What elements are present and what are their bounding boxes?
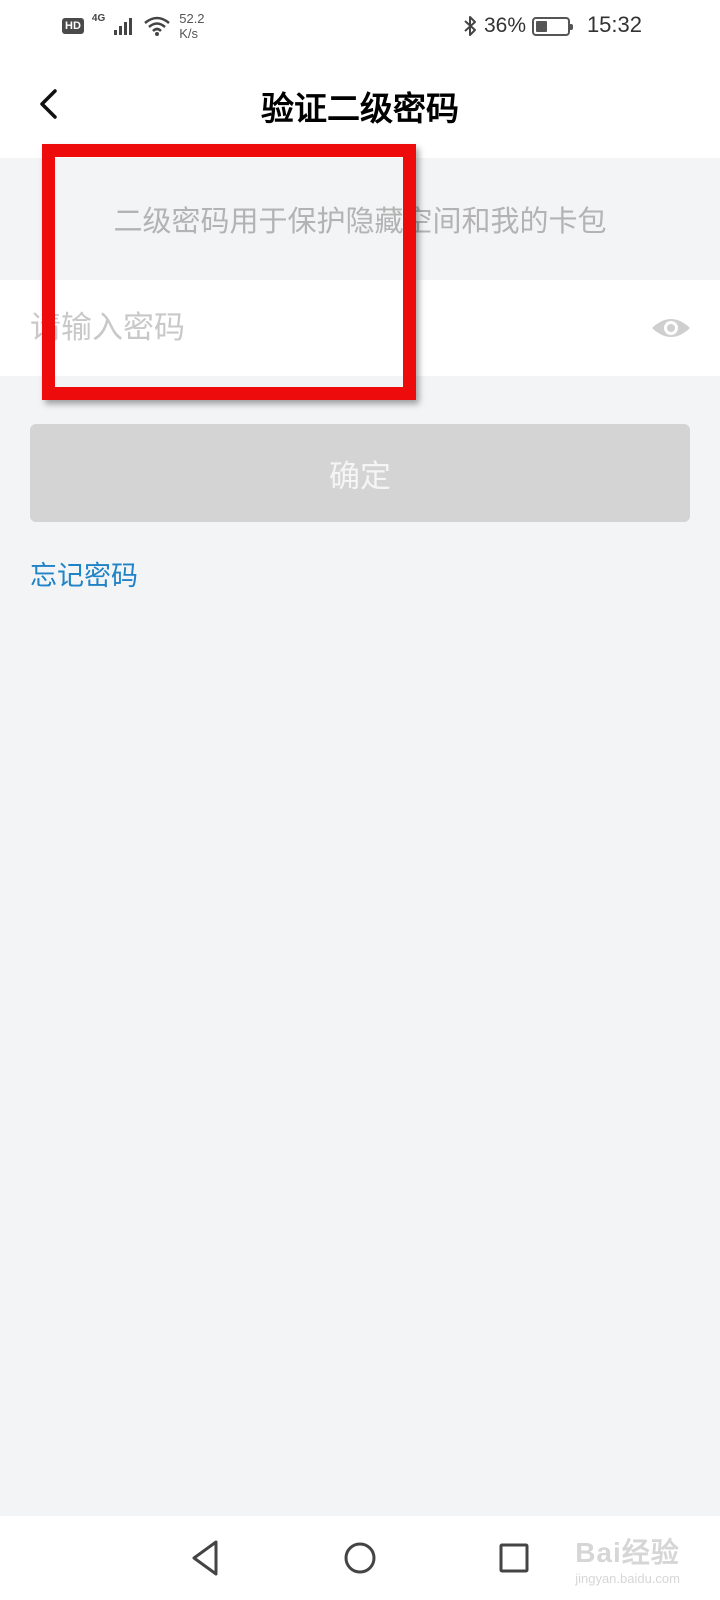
battery-percent: 36%	[483, 14, 526, 37]
page-title: 验证二级密码	[261, 89, 459, 128]
watermark-url: jingyan.baidu.com	[575, 1571, 680, 1586]
password-input[interactable]	[30, 302, 620, 354]
network-type: 4G	[91, 12, 106, 24]
triangle-back-icon	[192, 1540, 218, 1576]
bluetooth-icon	[464, 16, 476, 36]
nav-recent-button[interactable]	[490, 1534, 538, 1582]
watermark-brand: Bai经验	[575, 1537, 680, 1568]
nav-home-button[interactable]	[336, 1534, 384, 1582]
forgot-password-link[interactable]: 忘记密码	[30, 554, 138, 593]
status-right-group: 36%	[462, 10, 573, 42]
notice-text: 二级密码用于保护隐藏空间和我的卡包	[113, 204, 607, 238]
square-recent-icon	[499, 1543, 529, 1573]
network-speed: 52.2 K/s	[179, 11, 204, 41]
wifi-icon	[144, 16, 171, 36]
confirm-button[interactable]: 确定	[30, 424, 690, 522]
speed-unit: K/s	[179, 26, 199, 41]
speed-value: 52.2	[179, 11, 205, 26]
battery-level-fill	[536, 20, 547, 32]
nav-back-button[interactable]	[182, 1534, 230, 1582]
password-row	[0, 280, 720, 376]
status-left-group: HD 4G 52.2 K/s	[62, 10, 205, 42]
battery-icon	[532, 16, 573, 36]
status-bar: HD 4G 52.2 K/s 36% 15:32	[0, 0, 720, 52]
hd-badge: HD	[62, 18, 84, 34]
clock: 15:32	[586, 12, 642, 37]
eye-icon	[652, 319, 690, 337]
app-header: 验证二级密码	[0, 52, 720, 158]
toggle-visibility-button[interactable]	[650, 308, 692, 348]
system-nav-bar: Bai经验 jingyan.baidu.com	[0, 1516, 720, 1600]
baidu-jingyan-watermark: Bai经验 jingyan.baidu.com	[575, 1531, 680, 1586]
signal-icon	[114, 18, 133, 35]
circle-home-icon	[344, 1542, 376, 1574]
